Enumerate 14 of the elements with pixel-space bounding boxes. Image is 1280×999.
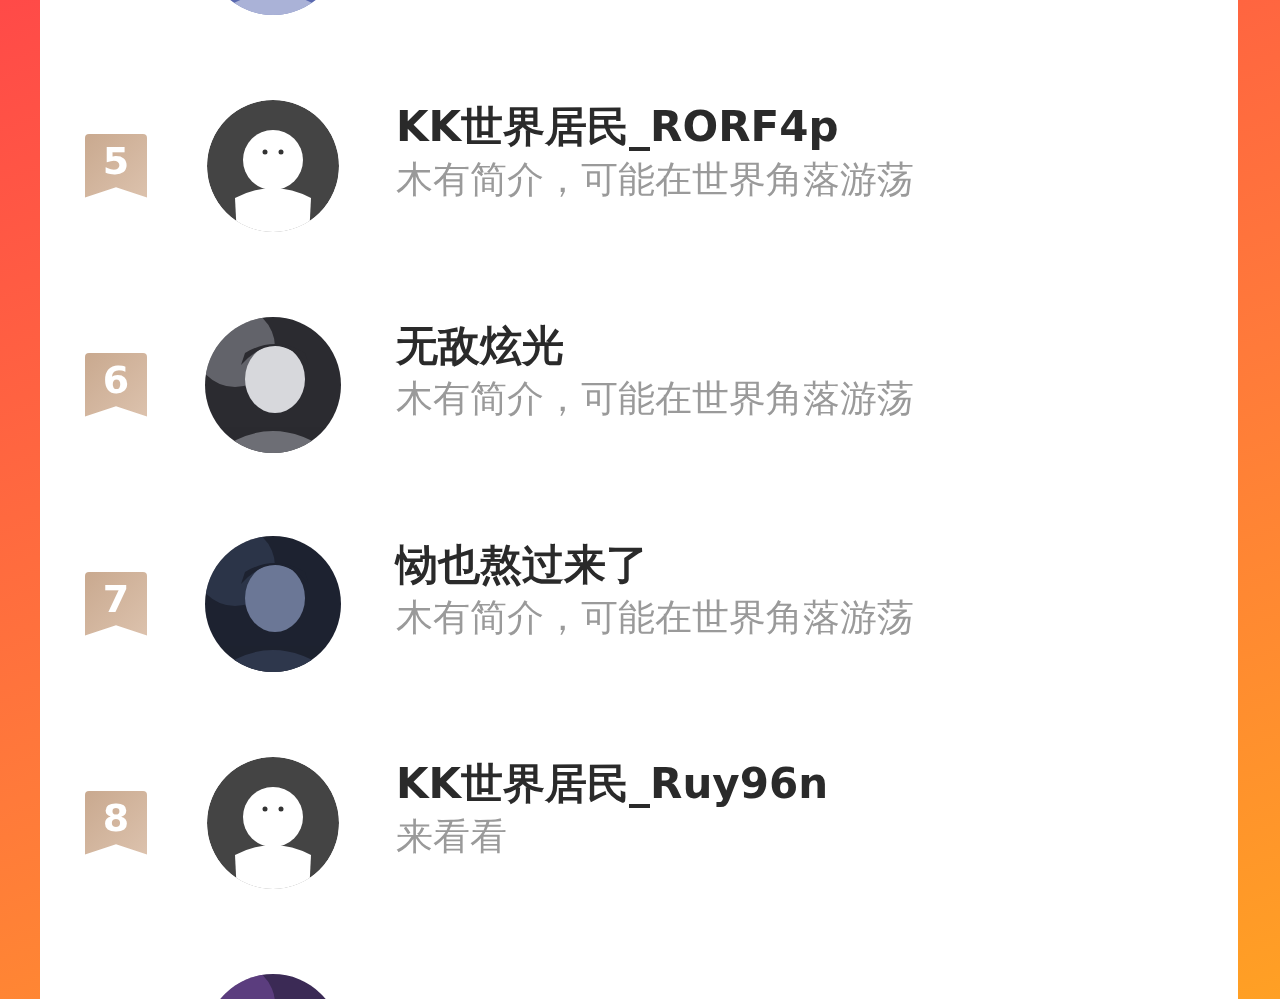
user-bio: 来看看 — [396, 813, 508, 860]
user-bio: 木有简介，可能在世界角落游荡 — [396, 156, 914, 203]
rank-badge: 5 — [85, 133, 147, 198]
user-name: 无敌炫光 — [396, 319, 565, 372]
user-name: KK世界居民_Ruy96n — [396, 757, 829, 810]
rank-badge: 8 — [85, 790, 147, 855]
rank-badge: 6 — [85, 352, 147, 417]
default-avatar-icon — [205, 754, 341, 891]
default-avatar-icon — [205, 97, 341, 234]
user-bio: 木有简介，可能在世界角落游荡 — [396, 594, 914, 641]
rank-badge: 7 — [85, 571, 147, 636]
user-name: 恸也熬过来了 — [396, 538, 649, 591]
user-bio: 木有简介，可能在世界角落游荡 — [396, 375, 914, 422]
user-name: KK世界居民_RORF4p — [396, 100, 840, 153]
